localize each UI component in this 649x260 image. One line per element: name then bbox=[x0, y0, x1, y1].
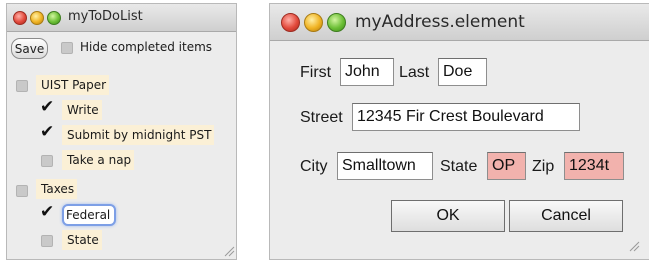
first-name-label: First bbox=[300, 64, 332, 81]
todo-item-label[interactable]: UIST Paper bbox=[36, 75, 110, 95]
street-field[interactable]: 12345 Fir Crest Boulevard bbox=[352, 103, 580, 131]
cancel-button[interactable]: Cancel bbox=[509, 200, 623, 232]
resize-grip-icon[interactable] bbox=[628, 240, 640, 252]
zip-label: Zip bbox=[532, 158, 555, 175]
todo-item-label[interactable]: Taxes bbox=[36, 179, 78, 199]
todo-item-label[interactable]: Take a nap bbox=[62, 150, 135, 170]
hide-completed-checkbox[interactable] bbox=[61, 42, 73, 54]
todo-item-label[interactable]: Write bbox=[62, 100, 102, 120]
last-name-label: Last bbox=[399, 64, 430, 81]
state-label: State bbox=[440, 158, 478, 175]
state-field[interactable]: OP bbox=[487, 152, 526, 180]
hide-completed-label: Hide completed items bbox=[80, 40, 213, 54]
checkmark-icon[interactable]: ✔ bbox=[40, 204, 54, 221]
minimize-button[interactable] bbox=[30, 11, 44, 25]
save-button[interactable]: Save bbox=[11, 38, 48, 59]
close-button[interactable] bbox=[281, 13, 300, 32]
close-button[interactable] bbox=[13, 11, 27, 25]
todo-item-label[interactable]: State bbox=[62, 230, 102, 250]
todo-window: myToDoList Save Hide completed items UIS… bbox=[6, 3, 237, 260]
zip-field[interactable]: 1234t bbox=[564, 152, 624, 180]
window-title: myAddress.element bbox=[355, 12, 525, 32]
checkmark-icon[interactable]: ✔ bbox=[40, 99, 54, 116]
window-title: myToDoList bbox=[68, 9, 143, 24]
todo-checkbox[interactable] bbox=[16, 80, 28, 92]
todo-item-label[interactable]: Submit by midnight PST bbox=[62, 125, 215, 145]
todo-checkbox[interactable] bbox=[16, 185, 28, 197]
checkmark-icon[interactable]: ✔ bbox=[40, 124, 54, 141]
todo-item-edit-field[interactable]: Federal bbox=[62, 204, 117, 226]
ok-button[interactable]: OK bbox=[391, 200, 505, 232]
zoom-button[interactable] bbox=[47, 11, 61, 25]
todo-checkbox[interactable] bbox=[41, 235, 53, 247]
city-label: City bbox=[300, 158, 328, 175]
city-field[interactable]: Smalltown bbox=[337, 152, 433, 180]
todo-checkbox[interactable] bbox=[41, 155, 53, 167]
zoom-button[interactable] bbox=[327, 13, 346, 32]
minimize-button[interactable] bbox=[304, 13, 323, 32]
street-label: Street bbox=[300, 109, 343, 126]
address-window: myAddress.element First John Last Doe St… bbox=[269, 3, 649, 260]
address-titlebar: myAddress.element bbox=[270, 4, 649, 41]
first-name-field[interactable]: John bbox=[340, 58, 394, 86]
resize-grip-icon[interactable] bbox=[223, 245, 235, 257]
last-name-field[interactable]: Doe bbox=[438, 58, 487, 86]
todo-titlebar: myToDoList bbox=[7, 4, 236, 32]
